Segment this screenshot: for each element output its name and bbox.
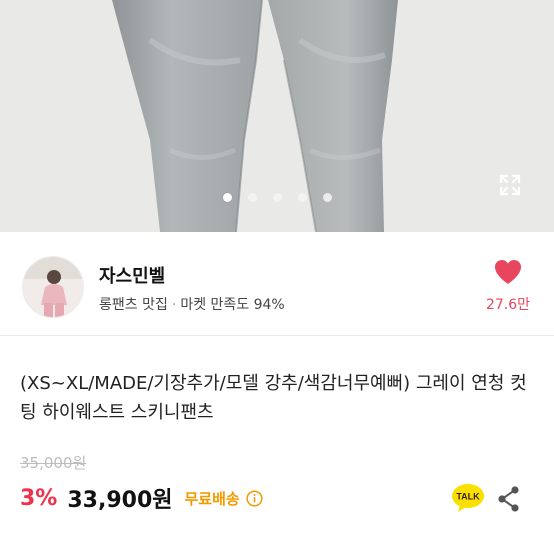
like-button[interactable] <box>493 258 523 286</box>
shop-rating: 마켓 만족도 94% <box>180 297 285 313</box>
free-shipping-badge: 무료배송 <box>184 489 240 508</box>
share-button[interactable] <box>495 484 523 514</box>
carousel-dot[interactable] <box>297 193 307 202</box>
carousel-indicator <box>0 193 554 203</box>
carousel-dot[interactable] <box>222 193 232 202</box>
carousel-dot[interactable] <box>322 193 332 202</box>
talk-icon: TALK <box>452 484 484 512</box>
price-row: 3% 33,900원 무료배송 <box>20 482 263 514</box>
shop-category: 롱팬츠 맛집 <box>99 297 168 313</box>
info-icon[interactable] <box>246 489 263 507</box>
shop-info[interactable]: 자스민벨 롱팬츠 맛집 · 마켓 만족도 94% 27.6만 <box>0 232 554 336</box>
like-count: 27.6만 <box>485 297 531 313</box>
discount-rate: 3% <box>20 485 58 511</box>
shop-name[interactable]: 자스민벨 <box>99 262 165 288</box>
shop-meta: 롱팬츠 맛집 · 마켓 만족도 94% <box>99 294 285 314</box>
kakao-talk-button[interactable]: TALK <box>451 483 485 513</box>
meta-separator: · <box>171 297 177 313</box>
heart-icon <box>495 260 521 284</box>
original-price: 35,000원 <box>20 454 87 472</box>
talk-label: TALK <box>456 492 480 502</box>
product-image-carousel[interactable] <box>0 0 554 232</box>
carousel-dot[interactable] <box>272 193 282 202</box>
expand-image-button[interactable] <box>498 173 532 207</box>
expand-icon <box>499 174 521 196</box>
product-title: (XS~XL/MADE/기장추가/모델 강추/색감너무예뻐) 그레이 연청 컷팅… <box>20 373 527 423</box>
share-icon <box>498 486 519 512</box>
shop-avatar[interactable] <box>22 256 84 318</box>
sale-price: 33,900원 <box>67 488 173 513</box>
shop-avatar-image <box>23 257 83 317</box>
carousel-dot[interactable] <box>247 193 257 202</box>
